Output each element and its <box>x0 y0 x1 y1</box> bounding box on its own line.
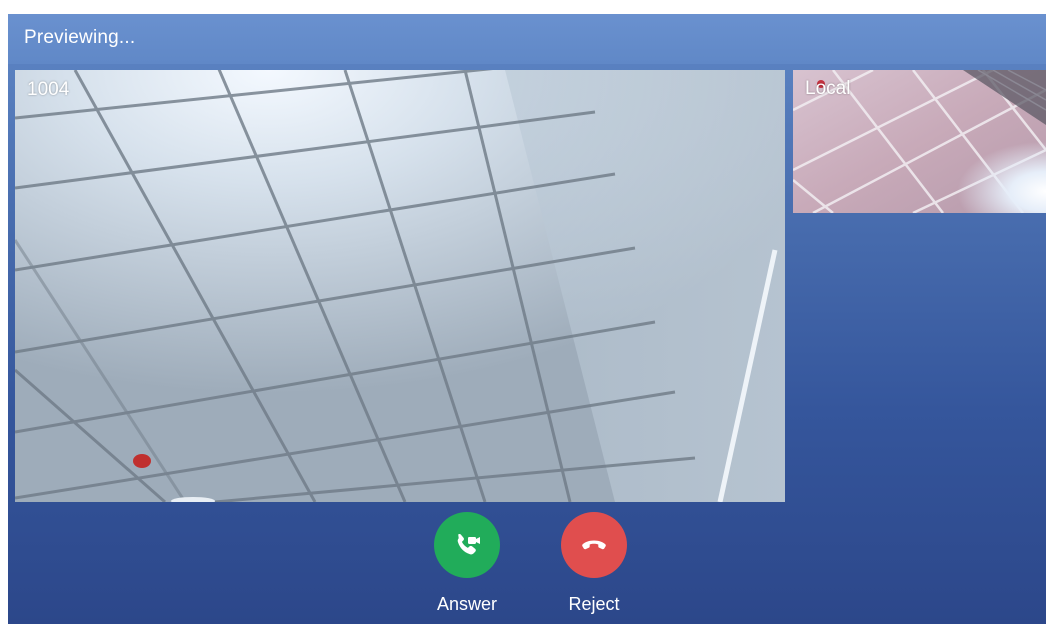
remote-caller-label: 1004 <box>27 79 70 100</box>
remote-video-frame <box>15 70 785 502</box>
remote-video-preview: 1004 <box>15 70 785 502</box>
reject-button[interactable] <box>561 512 627 578</box>
hang-up-icon <box>578 529 610 561</box>
reject-label: Reject <box>568 594 620 614</box>
local-video-preview: Local <box>793 70 1046 213</box>
local-video-label: Local <box>805 78 851 99</box>
status-bar: Previewing... <box>8 14 1046 64</box>
incoming-call-screen: Previewing... 1004 Local Answer Reject <box>8 14 1046 624</box>
video-call-answer-icon <box>452 530 482 560</box>
answer-button[interactable] <box>434 512 500 578</box>
answer-label: Answer <box>436 594 498 614</box>
status-text: Previewing... <box>24 27 136 48</box>
